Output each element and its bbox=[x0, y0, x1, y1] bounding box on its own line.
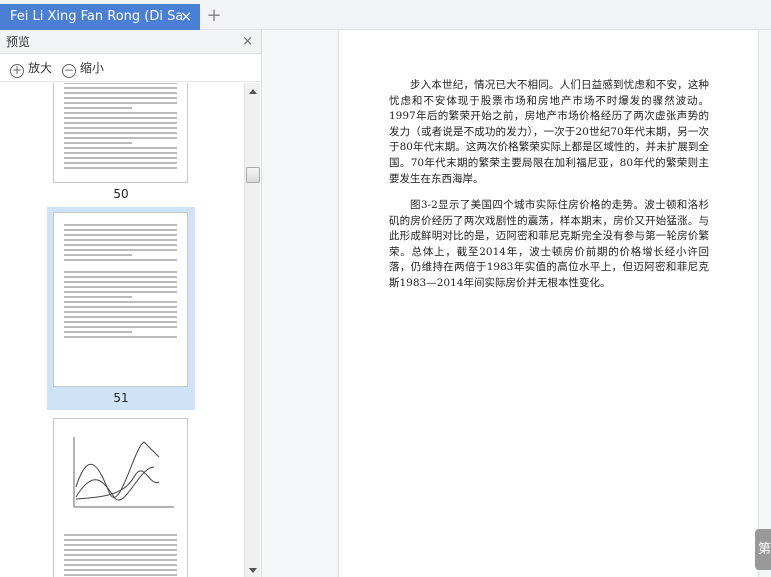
text-line bbox=[64, 311, 177, 313]
text-line bbox=[64, 83, 177, 84]
text-line bbox=[64, 276, 177, 278]
text-line bbox=[64, 152, 177, 154]
tab-bar: Fei Li Xing Fan Rong (Di San Ban) × + bbox=[0, 0, 771, 30]
document-viewer: 步入本世纪，情况已大不相同。人们日益感到忧虑和不安，这种忧虑和不安体现于股票市场… bbox=[263, 30, 771, 577]
text-line bbox=[64, 167, 177, 169]
preview-title: 预览 bbox=[6, 35, 31, 49]
zoom-in-button[interactable]: + 放大 bbox=[10, 61, 53, 78]
text-line bbox=[64, 559, 177, 561]
paragraph: 图3-2显示了美国四个城市实际住房价格的走势。波士顿和洛杉矶的房价经历了两次戏剧… bbox=[389, 199, 709, 289]
thumbnail-scrollbar[interactable] bbox=[244, 83, 260, 577]
thumbnail-page-52[interactable] bbox=[47, 418, 195, 577]
text-line bbox=[64, 321, 177, 323]
text-line bbox=[64, 316, 177, 318]
text-line bbox=[64, 137, 177, 139]
text-line bbox=[64, 244, 177, 246]
zoom-out-button[interactable]: − 缩小 bbox=[61, 61, 104, 78]
page-thumbnail bbox=[53, 212, 188, 387]
text-line bbox=[64, 87, 177, 89]
paragraph: 步入本世纪，情况已大不相同。人们日益感到忧虑和不安，这种忧虑和不安体现于股票市场… bbox=[389, 79, 709, 185]
text-line bbox=[64, 249, 177, 251]
text-line bbox=[64, 234, 177, 236]
chart-thumbnail bbox=[73, 437, 174, 508]
floating-side-button[interactable]: 第 bbox=[755, 529, 771, 570]
text-line bbox=[64, 554, 177, 556]
tab-title: Fei Li Xing Fan Rong (Di San Ban) bbox=[10, 9, 182, 24]
page-thumbnail bbox=[53, 418, 188, 577]
page-thumbnail bbox=[53, 83, 188, 183]
text-line bbox=[64, 296, 132, 298]
text-line bbox=[64, 147, 177, 149]
zoom-in-icon: + bbox=[10, 63, 24, 78]
new-tab-button[interactable]: + bbox=[204, 4, 224, 28]
close-preview-icon[interactable]: × bbox=[242, 30, 253, 54]
text-line bbox=[64, 142, 132, 144]
text-line bbox=[64, 564, 177, 566]
text-line bbox=[64, 326, 177, 328]
close-tab-icon[interactable]: × bbox=[180, 4, 192, 30]
text-line bbox=[64, 112, 177, 114]
preview-toolbar: + 放大 − 缩小 bbox=[0, 54, 261, 82]
text-line bbox=[64, 127, 177, 129]
preview-header: 预览 × bbox=[0, 30, 261, 54]
scrollbar-thumb[interactable] bbox=[246, 167, 260, 183]
text-line bbox=[64, 281, 177, 283]
scroll-down-icon[interactable] bbox=[249, 568, 257, 573]
text-line bbox=[64, 539, 177, 541]
text-line bbox=[64, 569, 177, 571]
thumbnail-list: 50 51 bbox=[0, 83, 244, 577]
text-line bbox=[64, 162, 177, 164]
scroll-up-icon[interactable] bbox=[249, 89, 257, 94]
text-line bbox=[64, 259, 177, 261]
zoom-in-label: 放大 bbox=[28, 61, 53, 75]
text-line bbox=[64, 271, 177, 273]
text-line bbox=[64, 97, 177, 99]
text-line bbox=[64, 291, 177, 293]
text-line bbox=[64, 224, 177, 226]
text-line bbox=[64, 254, 132, 256]
text-line bbox=[64, 574, 177, 576]
text-line bbox=[64, 534, 177, 536]
thumbnail-page-51[interactable]: 51 bbox=[47, 207, 195, 410]
text-line bbox=[64, 331, 132, 333]
document-page: 步入本世纪，情况已大不相同。人们日益感到忧虑和不安，这种忧虑和不安体现于股票市场… bbox=[338, 30, 759, 577]
text-line bbox=[64, 301, 177, 303]
text-line bbox=[64, 132, 177, 134]
preview-panel: 预览 × + 放大 − 缩小 50 51 bbox=[0, 30, 262, 577]
text-line bbox=[64, 549, 177, 551]
page-number: 51 bbox=[113, 391, 129, 405]
text-line bbox=[64, 117, 177, 119]
text-line bbox=[64, 102, 177, 104]
text-line bbox=[64, 122, 177, 124]
thumbnail-page-50[interactable]: 50 bbox=[47, 83, 195, 210]
text-line bbox=[64, 239, 177, 241]
text-line bbox=[64, 306, 177, 308]
zoom-out-label: 缩小 bbox=[79, 61, 104, 75]
document-tab[interactable]: Fei Li Xing Fan Rong (Di San Ban) × bbox=[0, 4, 200, 30]
text-line bbox=[64, 157, 177, 159]
text-line bbox=[64, 336, 177, 338]
text-line bbox=[64, 286, 177, 288]
text-line bbox=[64, 544, 177, 546]
text-line bbox=[64, 107, 132, 109]
page-number: 50 bbox=[113, 187, 129, 201]
zoom-out-icon: − bbox=[61, 63, 76, 78]
text-line bbox=[64, 229, 177, 231]
text-line bbox=[64, 92, 177, 94]
